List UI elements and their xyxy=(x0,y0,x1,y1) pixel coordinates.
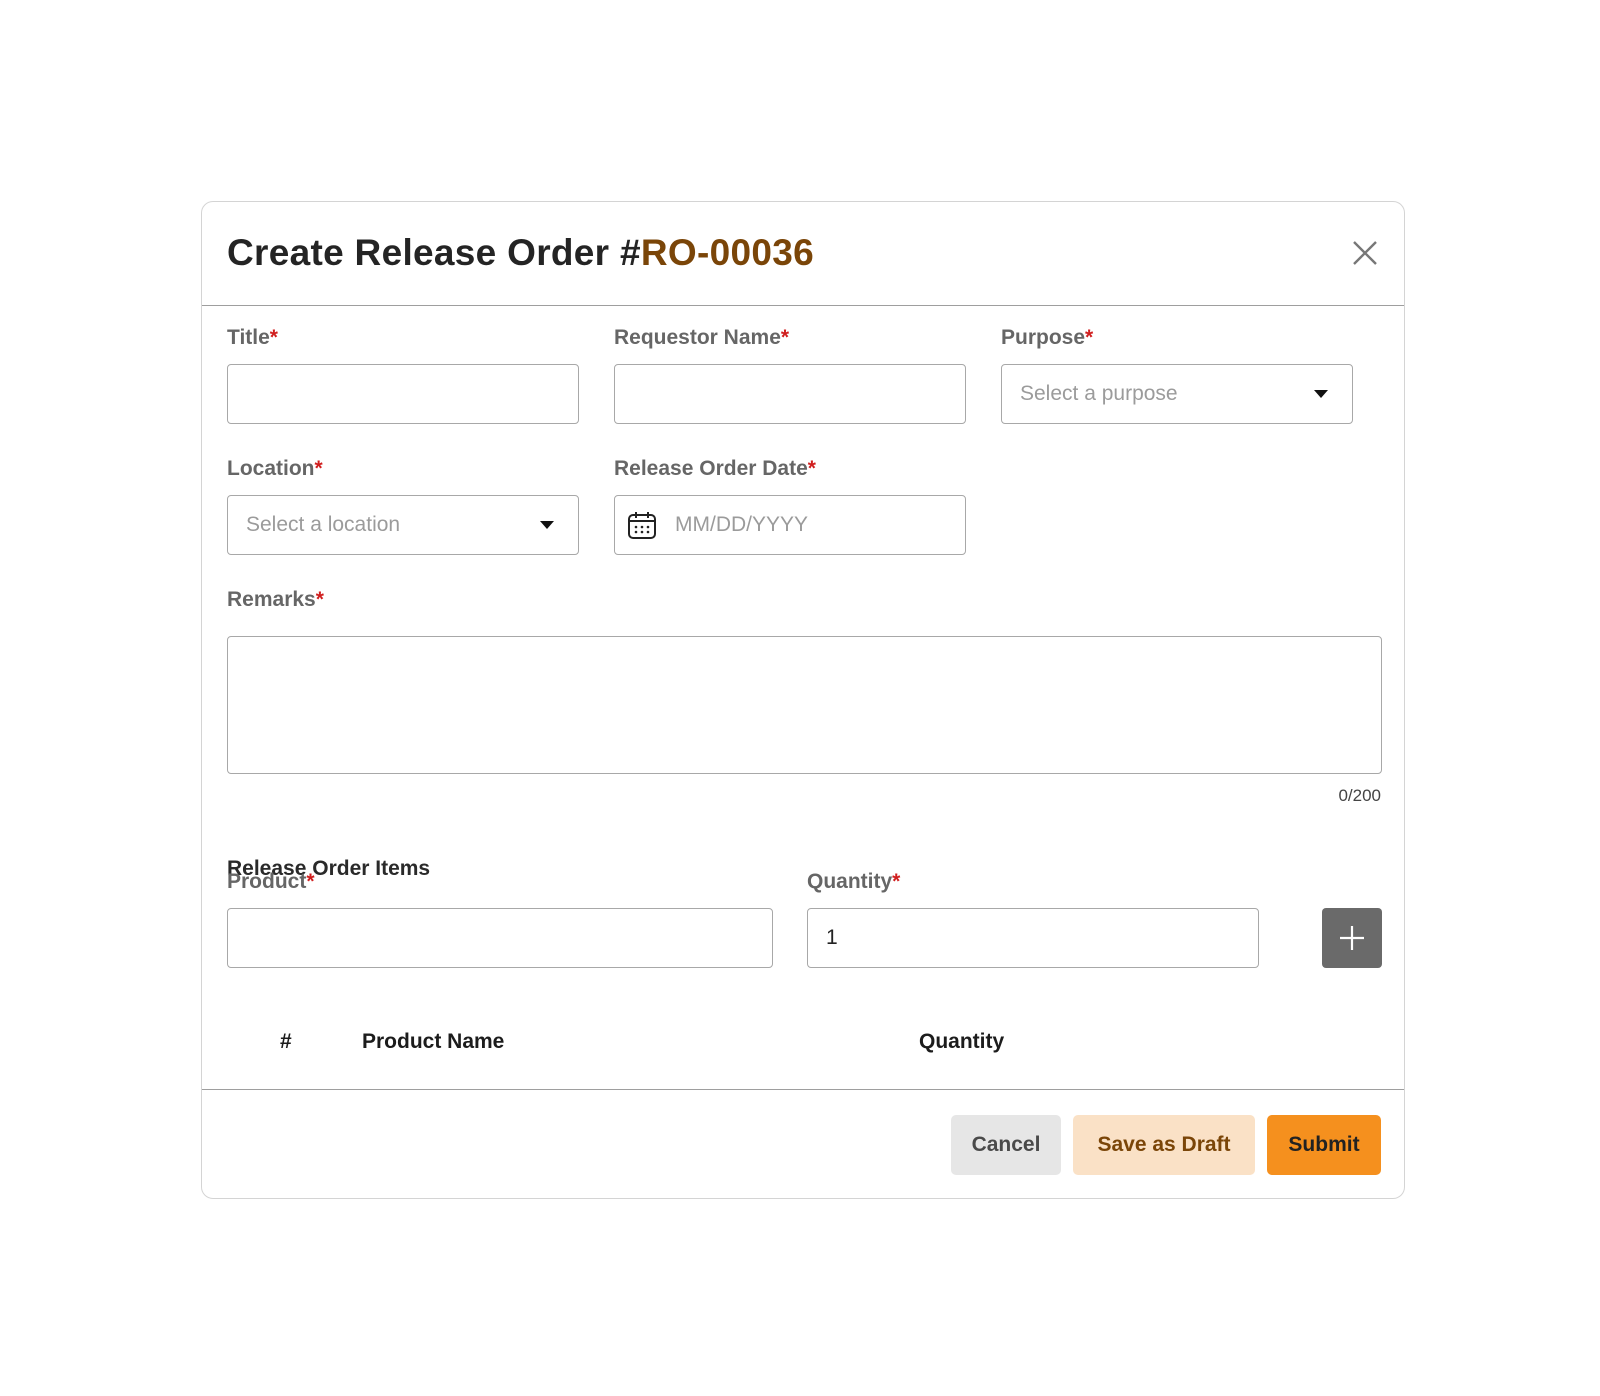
purpose-select[interactable]: Select a purpose xyxy=(1001,364,1353,424)
modal-title-prefix: Create Release Order # xyxy=(227,232,641,273)
save-as-draft-button[interactable]: Save as Draft xyxy=(1073,1115,1255,1175)
required-mark: * xyxy=(314,457,323,480)
date-placeholder: MM/DD/YYYY xyxy=(675,513,809,536)
modal-footer: Cancel Save as Draft Submit xyxy=(202,1089,1404,1198)
required-mark: * xyxy=(1085,326,1094,349)
quantity-label: Quantity* xyxy=(807,870,901,893)
remarks-label: Remarks* xyxy=(227,588,324,611)
submit-button[interactable]: Submit xyxy=(1267,1115,1381,1175)
location-placeholder: Select a location xyxy=(246,513,401,536)
modal-title: Create Release Order #RO-00036 xyxy=(227,232,814,274)
location-label: Location* xyxy=(227,457,323,480)
chevron-down-icon xyxy=(1314,390,1328,398)
plus-icon xyxy=(1340,926,1364,950)
required-mark: * xyxy=(315,588,324,611)
modal-header: Create Release Order #RO-00036 xyxy=(202,202,1404,306)
close-icon xyxy=(1353,241,1377,265)
purpose-placeholder: Select a purpose xyxy=(1020,382,1178,405)
quantity-value: 1 xyxy=(826,926,838,949)
release-order-date-label: Release Order Date* xyxy=(614,457,816,480)
product-input[interactable] xyxy=(227,908,773,968)
required-mark: * xyxy=(807,457,816,480)
remarks-textarea[interactable] xyxy=(227,636,1382,774)
title-label: Title* xyxy=(227,326,278,349)
close-button[interactable] xyxy=(1350,238,1380,268)
release-order-date-input[interactable]: MM/DD/YYYY xyxy=(614,495,966,555)
required-mark: * xyxy=(780,326,790,349)
column-header-product-name: Product Name xyxy=(362,1030,505,1053)
cancel-button[interactable]: Cancel xyxy=(951,1115,1061,1175)
chevron-down-icon xyxy=(540,521,554,529)
required-mark: * xyxy=(269,326,278,349)
create-release-order-modal: Create Release Order #RO-00036 Title* Re… xyxy=(201,201,1405,1199)
required-mark: * xyxy=(892,870,901,893)
product-label: Product* xyxy=(227,870,315,893)
quantity-input[interactable]: 1 xyxy=(807,908,1259,968)
title-input[interactable] xyxy=(227,364,579,424)
requestor-name-input[interactable] xyxy=(614,364,966,424)
order-number: RO-00036 xyxy=(640,232,814,273)
add-item-button[interactable] xyxy=(1322,908,1382,968)
calendar-icon[interactable] xyxy=(627,510,657,540)
location-select[interactable]: Select a location xyxy=(227,495,579,555)
purpose-label: Purpose* xyxy=(1001,326,1094,349)
column-header-quantity: Quantity xyxy=(919,1030,1005,1053)
remarks-character-counter: 0/200 xyxy=(1338,786,1381,805)
column-header-index: # xyxy=(280,1030,292,1053)
required-mark: * xyxy=(306,870,315,893)
requestor-name-label: Requestor Name* xyxy=(614,326,790,349)
